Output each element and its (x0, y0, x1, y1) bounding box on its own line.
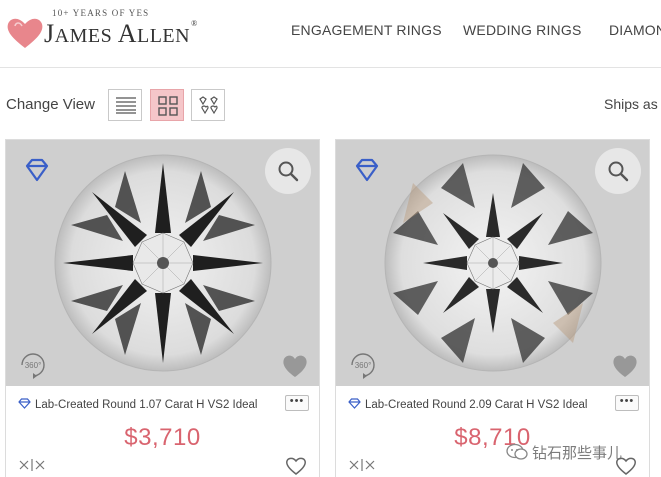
grid-view-button[interactable] (150, 89, 184, 121)
zoom-button[interactable] (265, 148, 311, 194)
product-title[interactable]: Lab-Created Round 2.09 Carat H VS2 Ideal (348, 398, 587, 411)
watermark-text: 钻石那些事儿 (532, 444, 623, 462)
diamond-small-icon (348, 398, 361, 409)
rotate-360-icon[interactable]: 360° (18, 350, 48, 380)
nav-engagement-rings[interactable]: ENGAGEMENT RINGS (291, 22, 442, 38)
wishlist-heart-icon[interactable] (285, 456, 307, 476)
more-options-button[interactable]: ••• (615, 395, 639, 411)
logo-wordmark: JAMES ALLEN® (44, 19, 198, 48)
product-card[interactable]: 360° Lab-Created Round 2.09 Carat H VS2 … (335, 139, 650, 477)
rotate-360-icon[interactable]: 360° (348, 350, 378, 380)
magnifier-icon (608, 161, 629, 182)
diamond-image (54, 154, 272, 372)
product-title[interactable]: Lab-Created Round 1.07 Carat H VS2 Ideal (18, 398, 257, 411)
heart-logo-icon (7, 18, 43, 48)
gallery-view-icon (199, 96, 218, 115)
ships-as-filter[interactable]: Ships as (604, 96, 658, 112)
product-price: $3,710 (124, 424, 201, 451)
magnifier-icon (278, 161, 299, 182)
nav-diamonds[interactable]: DIAMON (609, 22, 661, 38)
grid-view-icon (158, 96, 178, 116)
list-view-icon (116, 97, 136, 114)
svg-text:360°: 360° (25, 361, 42, 370)
list-view-button[interactable] (108, 89, 142, 121)
logo-tagline: 10+ YEARS OF YES (52, 8, 150, 18)
wechat-watermark: 钻石那些事儿 (506, 440, 656, 464)
heart-overlay-icon[interactable] (611, 352, 639, 380)
more-options-button[interactable]: ••• (285, 395, 309, 411)
product-image[interactable]: 360° (336, 140, 649, 386)
change-view-label: Change View (6, 96, 95, 113)
diamond-small-icon (18, 398, 31, 409)
compare-rings-icon[interactable] (348, 458, 378, 472)
svg-text:360°: 360° (355, 361, 372, 370)
product-image[interactable]: 360° (6, 140, 319, 386)
heart-overlay-icon[interactable] (281, 352, 309, 380)
james-allen-logo[interactable]: 10+ YEARS OF YES JAMES ALLEN® (6, 6, 206, 56)
zoom-button[interactable] (595, 148, 641, 194)
wechat-logo-icon (506, 443, 528, 460)
results-toolbar: Change View Ships as (0, 86, 661, 122)
diamond-image (384, 154, 602, 372)
gallery-view-button[interactable] (191, 89, 225, 121)
compare-rings-icon[interactable] (18, 458, 48, 472)
diamond-badge-icon[interactable] (24, 158, 50, 182)
diamond-badge-icon[interactable] (354, 158, 380, 182)
product-card[interactable]: 360° Lab-Created Round 1.07 Carat H VS2 … (5, 139, 320, 477)
nav-wedding-rings[interactable]: WEDDING RINGS (463, 22, 582, 38)
site-header: 10+ YEARS OF YES JAMES ALLEN® ENGAGEMENT… (0, 0, 661, 68)
